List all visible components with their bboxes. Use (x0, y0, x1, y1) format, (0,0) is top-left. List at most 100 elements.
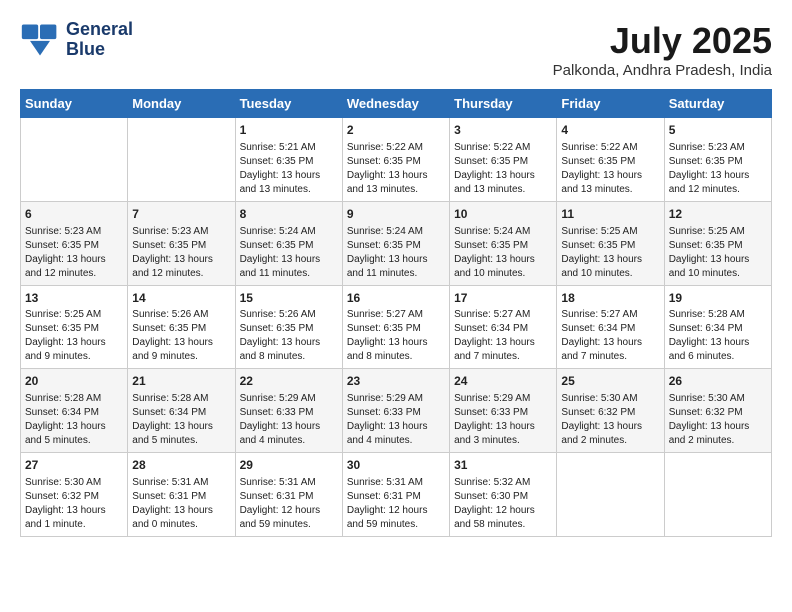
day-number: 4 (561, 122, 659, 139)
logo: General Blue (20, 20, 133, 60)
day-number: 12 (669, 206, 767, 223)
calendar-week-5: 27Sunrise: 5:30 AM Sunset: 6:32 PM Dayli… (21, 453, 772, 537)
day-number: 16 (347, 290, 445, 307)
calendar-cell: 25 Sunrise: 5:30 AM Sunset: 6:32 PM Dayli… (557, 369, 664, 453)
day-info: Sunrise: 5:23 AM Sunset: 6:35 PM Dayligh… (669, 141, 767, 197)
day-info: Sunrise: 5:26 AM Sunset: 6:35 PM Dayligh… (132, 308, 230, 364)
day-info: Sunrise: 5:30 AM Sunset: 6:32 PM Dayligh… (669, 392, 767, 448)
day-info: Sunrise: 5:24 AM Sunset: 6:35 PM Dayligh… (240, 225, 338, 281)
day-info: Sunrise: 5:28 AM Sunset: 6:34 PM Dayligh… (25, 392, 123, 448)
calendar-cell: 11 Sunrise: 5:25 AM Sunset: 6:35 PM Dayli… (557, 201, 664, 285)
logo-icon (20, 22, 60, 58)
calendar-cell (557, 453, 664, 537)
day-info: Sunrise: 5:31 AM Sunset: 6:31 PM Dayligh… (347, 476, 445, 532)
day-number: 7 (132, 206, 230, 223)
day-number: 24 (454, 373, 552, 390)
day-number: 8 (240, 206, 338, 223)
calendar-cell: 12 Sunrise: 5:25 AM Sunset: 6:35 PM Dayli… (664, 201, 771, 285)
calendar-cell: 17Sunrise: 5:27 AM Sunset: 6:34 PM Dayli… (450, 285, 557, 369)
calendar-cell: 15Sunrise: 5:26 AM Sunset: 6:35 PM Dayli… (235, 285, 342, 369)
day-number: 28 (132, 457, 230, 474)
calendar-cell: 30 Sunrise: 5:31 AM Sunset: 6:31 PM Dayli… (342, 453, 449, 537)
calendar-cell: 24 Sunrise: 5:29 AM Sunset: 6:33 PM Dayli… (450, 369, 557, 453)
calendar-table: SundayMondayTuesdayWednesdayThursdayFrid… (20, 89, 772, 537)
calendar-week-4: 20 Sunrise: 5:28 AM Sunset: 6:34 PM Dayli… (21, 369, 772, 453)
day-info: Sunrise: 5:25 AM Sunset: 6:35 PM Dayligh… (561, 225, 659, 281)
calendar-cell: 22 Sunrise: 5:29 AM Sunset: 6:33 PM Dayli… (235, 369, 342, 453)
day-info: Sunrise: 5:30 AM Sunset: 6:32 PM Dayligh… (561, 392, 659, 448)
day-info: Sunrise: 5:22 AM Sunset: 6:35 PM Dayligh… (347, 141, 445, 197)
calendar-cell: 21 Sunrise: 5:28 AM Sunset: 6:34 PM Dayli… (128, 369, 235, 453)
day-info: Sunrise: 5:28 AM Sunset: 6:34 PM Dayligh… (132, 392, 230, 448)
calendar-cell: 7 Sunrise: 5:23 AM Sunset: 6:35 PM Daylig… (128, 201, 235, 285)
header-thursday: Thursday (450, 90, 557, 118)
header-wednesday: Wednesday (342, 90, 449, 118)
day-number: 29 (240, 457, 338, 474)
title-block: July 2025 Palkonda, Andhra Pradesh, Indi… (553, 20, 772, 79)
calendar-cell (128, 118, 235, 202)
day-number: 3 (454, 122, 552, 139)
day-number: 30 (347, 457, 445, 474)
day-info: Sunrise: 5:29 AM Sunset: 6:33 PM Dayligh… (240, 392, 338, 448)
day-info: Sunrise: 5:30 AM Sunset: 6:32 PM Dayligh… (25, 476, 123, 532)
calendar-cell: 16Sunrise: 5:27 AM Sunset: 6:35 PM Dayli… (342, 285, 449, 369)
calendar-cell: 26 Sunrise: 5:30 AM Sunset: 6:32 PM Dayli… (664, 369, 771, 453)
day-info: Sunrise: 5:21 AM Sunset: 6:35 PM Dayligh… (240, 141, 338, 197)
calendar-cell: 28 Sunrise: 5:31 AM Sunset: 6:31 PM Dayli… (128, 453, 235, 537)
day-number: 9 (347, 206, 445, 223)
day-number: 18 (561, 290, 659, 307)
calendar-week-3: 13Sunrise: 5:25 AM Sunset: 6:35 PM Dayli… (21, 285, 772, 369)
day-info: Sunrise: 5:27 AM Sunset: 6:34 PM Dayligh… (454, 308, 552, 364)
day-number: 11 (561, 206, 659, 223)
header-saturday: Saturday (664, 90, 771, 118)
day-number: 6 (25, 206, 123, 223)
calendar-cell: 5 Sunrise: 5:23 AM Sunset: 6:35 PM Daylig… (664, 118, 771, 202)
month-title: July 2025 (553, 20, 772, 62)
day-info: Sunrise: 5:25 AM Sunset: 6:35 PM Dayligh… (25, 308, 123, 364)
day-number: 5 (669, 122, 767, 139)
calendar-header-row: SundayMondayTuesdayWednesdayThursdayFrid… (21, 90, 772, 118)
day-info: Sunrise: 5:24 AM Sunset: 6:35 PM Dayligh… (347, 225, 445, 281)
calendar-cell (21, 118, 128, 202)
day-number: 31 (454, 457, 552, 474)
calendar-cell (664, 453, 771, 537)
day-info: Sunrise: 5:32 AM Sunset: 6:30 PM Dayligh… (454, 476, 552, 532)
day-number: 25 (561, 373, 659, 390)
calendar-cell: 29Sunrise: 5:31 AM Sunset: 6:31 PM Dayli… (235, 453, 342, 537)
day-number: 22 (240, 373, 338, 390)
day-number: 1 (240, 122, 338, 139)
day-number: 2 (347, 122, 445, 139)
day-info: Sunrise: 5:27 AM Sunset: 6:34 PM Dayligh… (561, 308, 659, 364)
day-info: Sunrise: 5:27 AM Sunset: 6:35 PM Dayligh… (347, 308, 445, 364)
logo-text: General Blue (66, 20, 133, 60)
day-info: Sunrise: 5:25 AM Sunset: 6:35 PM Dayligh… (669, 225, 767, 281)
header-friday: Friday (557, 90, 664, 118)
calendar-cell: 10Sunrise: 5:24 AM Sunset: 6:35 PM Dayli… (450, 201, 557, 285)
day-number: 15 (240, 290, 338, 307)
day-info: Sunrise: 5:23 AM Sunset: 6:35 PM Dayligh… (132, 225, 230, 281)
calendar-cell: 23Sunrise: 5:29 AM Sunset: 6:33 PM Dayli… (342, 369, 449, 453)
day-number: 14 (132, 290, 230, 307)
day-number: 13 (25, 290, 123, 307)
calendar-cell: 4Sunrise: 5:22 AM Sunset: 6:35 PM Daylig… (557, 118, 664, 202)
day-info: Sunrise: 5:31 AM Sunset: 6:31 PM Dayligh… (132, 476, 230, 532)
calendar-cell: 19Sunrise: 5:28 AM Sunset: 6:34 PM Dayli… (664, 285, 771, 369)
page-header: General Blue July 2025 Palkonda, Andhra … (20, 20, 772, 79)
calendar-week-2: 6 Sunrise: 5:23 AM Sunset: 6:35 PM Daylig… (21, 201, 772, 285)
calendar-cell: 13Sunrise: 5:25 AM Sunset: 6:35 PM Dayli… (21, 285, 128, 369)
day-number: 21 (132, 373, 230, 390)
calendar-cell: 6Sunrise: 5:23 AM Sunset: 6:35 PM Daylig… (21, 201, 128, 285)
location: Palkonda, Andhra Pradesh, India (553, 62, 772, 79)
day-number: 20 (25, 373, 123, 390)
header-monday: Monday (128, 90, 235, 118)
day-number: 17 (454, 290, 552, 307)
day-number: 26 (669, 373, 767, 390)
day-info: Sunrise: 5:26 AM Sunset: 6:35 PM Dayligh… (240, 308, 338, 364)
calendar-cell: 18Sunrise: 5:27 AM Sunset: 6:34 PM Dayli… (557, 285, 664, 369)
calendar-cell: 20 Sunrise: 5:28 AM Sunset: 6:34 PM Dayli… (21, 369, 128, 453)
day-info: Sunrise: 5:29 AM Sunset: 6:33 PM Dayligh… (454, 392, 552, 448)
day-info: Sunrise: 5:24 AM Sunset: 6:35 PM Dayligh… (454, 225, 552, 281)
calendar-cell: 8 Sunrise: 5:24 AM Sunset: 6:35 PM Daylig… (235, 201, 342, 285)
calendar-cell: 31 Sunrise: 5:32 AM Sunset: 6:30 PM Dayli… (450, 453, 557, 537)
header-sunday: Sunday (21, 90, 128, 118)
